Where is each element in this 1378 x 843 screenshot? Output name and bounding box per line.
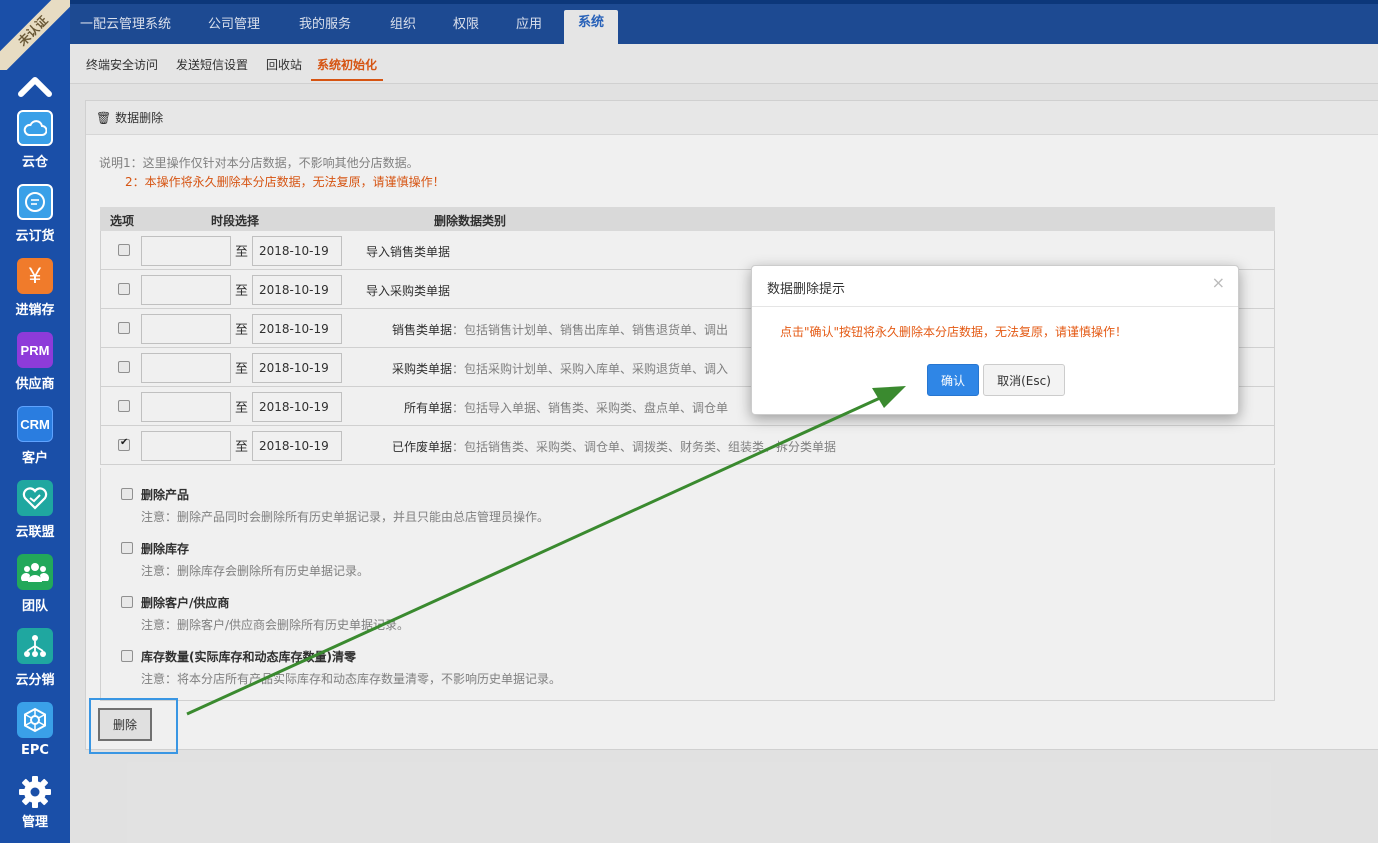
- network-icon: [17, 628, 53, 664]
- chevron-up-icon[interactable]: [18, 72, 52, 100]
- modal-divider: [752, 306, 1238, 307]
- prm-icon: PRM: [17, 332, 53, 368]
- unverified-badge: 未认证: [0, 0, 70, 70]
- gear-icon: [17, 774, 53, 810]
- rail-app-label: 供应商: [15, 377, 55, 392]
- rail-app-prm[interactable]: PRM 供应商: [0, 332, 70, 392]
- rail-app-yuncang[interactable]: 云仓: [0, 110, 70, 170]
- chat-icon: [17, 184, 53, 220]
- rail-app-label: 云分销: [15, 673, 55, 688]
- close-icon[interactable]: ×: [1212, 273, 1225, 292]
- heart-handshake-icon: [17, 480, 53, 516]
- modal-message: 点击"确认"按钮将永久删除本分店数据，无法复原，请谨慎操作！: [780, 325, 1128, 339]
- rail-app-team[interactable]: 团队: [0, 554, 70, 614]
- team-icon: [17, 554, 53, 590]
- rail-app-label: EPC: [21, 743, 49, 758]
- confirm-button[interactable]: 确认: [927, 364, 979, 396]
- rail-app-manage[interactable]: 管理: [0, 774, 70, 830]
- yen-icon: ¥: [17, 258, 53, 294]
- cancel-button[interactable]: 取消(Esc): [983, 364, 1065, 396]
- rail-app-label: 云仓: [21, 155, 48, 170]
- modal-title: 数据删除提示: [767, 282, 846, 297]
- rail-app-label: 云订货: [15, 229, 55, 244]
- rail-app-label: 云联盟: [15, 525, 55, 540]
- app-rail: 未认证 云仓 云订货 ¥ 进销存 PRM 供应商 CRM 客户 云联盟 团队 云…: [0, 0, 70, 843]
- modal-backdrop: [70, 0, 1378, 843]
- rail-app-label: 进销存: [15, 303, 55, 318]
- cloud-icon: [17, 110, 53, 146]
- rail-app-yundinghuo[interactable]: 云订货: [0, 184, 70, 244]
- rail-app-epc[interactable]: EPC: [0, 702, 70, 758]
- verify-badge-wrap: 未认证: [0, 0, 70, 70]
- rail-app-label: 客户: [21, 451, 48, 466]
- rail-app-crm[interactable]: CRM 客户: [0, 406, 70, 466]
- crm-icon: CRM: [17, 406, 53, 442]
- epc-icon: [17, 702, 53, 738]
- delete-confirm-modal: 数据删除提示 × 点击"确认"按钮将永久删除本分店数据，无法复原，请谨慎操作！ …: [751, 265, 1239, 415]
- rail-app-label: 管理: [21, 815, 48, 830]
- rail-app-yunfenxiao[interactable]: 云分销: [0, 628, 70, 688]
- rail-app-yunlianmeng[interactable]: 云联盟: [0, 480, 70, 540]
- rail-app-label: 团队: [21, 599, 48, 614]
- rail-app-jinxiaocun[interactable]: ¥ 进销存: [0, 258, 70, 318]
